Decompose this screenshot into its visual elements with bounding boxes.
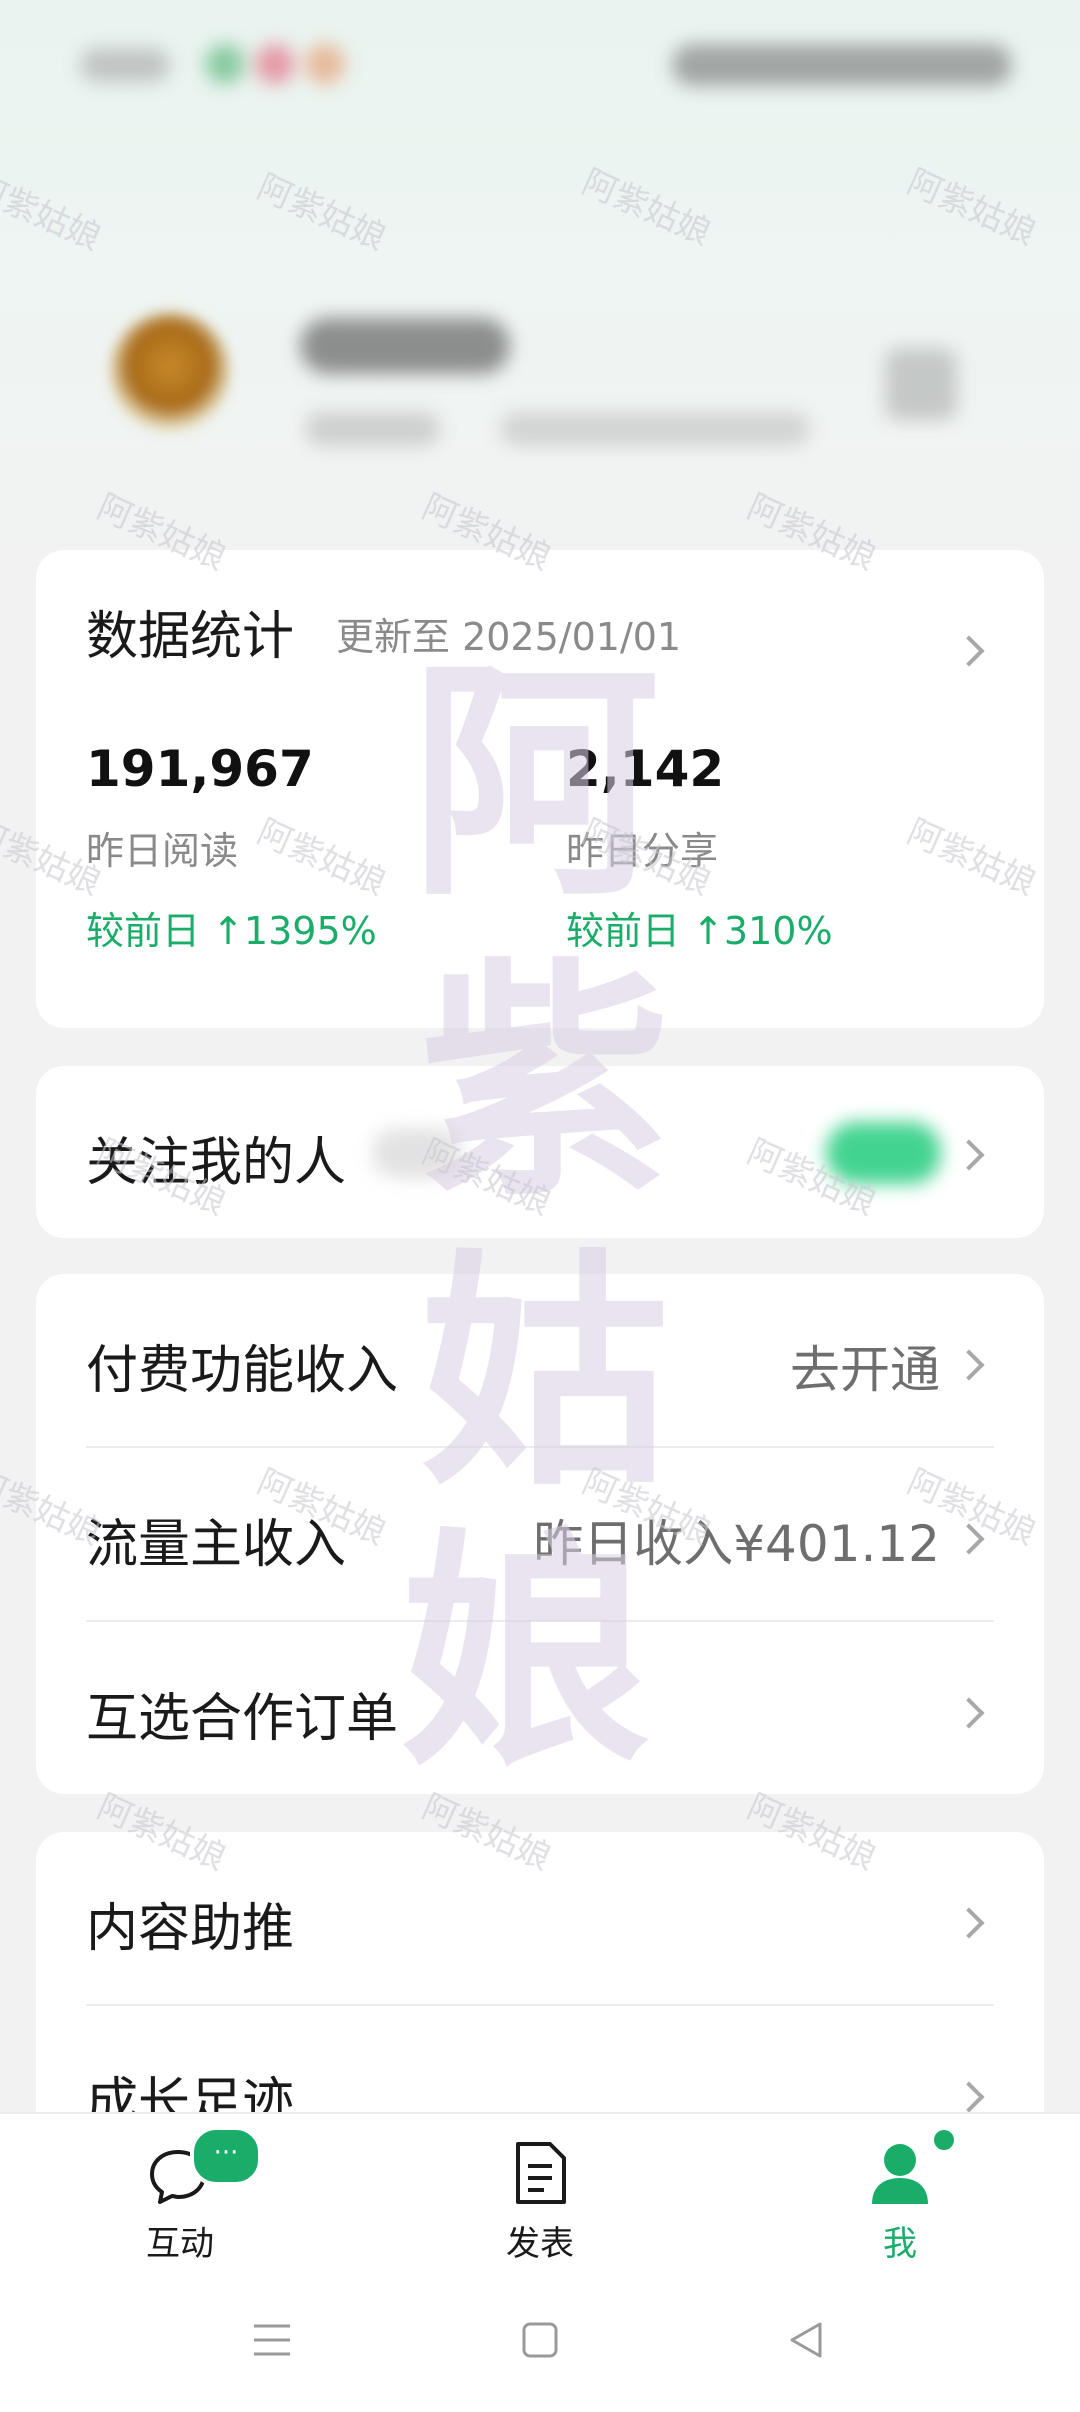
traffic-income-label: 流量主收入: [86, 1515, 347, 1575]
read-change: 较前日 ↑1395%: [86, 909, 377, 953]
home-square-icon[interactable]: [520, 2320, 560, 2360]
chevron-right-icon: [953, 1349, 985, 1381]
paid-feature-income-value: 去开通: [790, 1341, 940, 1399]
chevron-right-icon: [953, 1697, 985, 1729]
tab-interact[interactable]: ··· 互动: [80, 2112, 280, 2302]
person-icon: [872, 2144, 928, 2204]
status-bar: [0, 30, 1080, 100]
status-time: [80, 48, 170, 82]
read-label: 昨日阅读: [86, 829, 239, 873]
bottom-nav: ··· 互动 发表 我: [0, 2112, 1080, 2412]
traffic-income-row[interactable]: 流量主收入 昨日收入¥401.12: [36, 1448, 1044, 1620]
account-name: [300, 318, 510, 374]
followers-count: [372, 1128, 462, 1178]
document-icon: [516, 2142, 566, 2204]
tab-interact-label: 互动: [146, 2224, 214, 2264]
status-app-icon: [305, 44, 345, 84]
stats-updated-date: 更新至 2025/01/01: [336, 615, 682, 659]
back-triangle-icon[interactable]: [786, 2320, 826, 2360]
chevron-right-icon: [953, 1139, 985, 1171]
data-stats-card[interactable]: 数据统计 更新至 2025/01/01 191,967 昨日阅读 较前日 ↑13…: [36, 550, 1044, 1028]
interact-badge: ···: [190, 2126, 262, 2186]
account-id: [500, 412, 810, 446]
account-subtitle: [305, 412, 440, 446]
followers-badge: [826, 1122, 941, 1184]
paid-feature-income-row[interactable]: 付费功能收入 去开通: [36, 1274, 1044, 1446]
chevron-right-icon: [953, 635, 985, 667]
share-count: 2,142: [566, 740, 725, 798]
notification-dot: [934, 2130, 954, 2150]
avatar[interactable]: [110, 312, 230, 432]
read-count: 191,967: [86, 740, 314, 798]
traffic-income-value: 昨日收入¥401.12: [533, 1515, 940, 1573]
status-app-icon: [205, 44, 245, 84]
tab-publish[interactable]: 发表: [440, 2112, 640, 2302]
paid-feature-income-label: 付费功能收入: [86, 1341, 399, 1401]
content-boost-row[interactable]: 内容助推: [36, 1832, 1044, 2004]
status-indicators: [672, 44, 1012, 86]
tab-me-label: 我: [883, 2224, 917, 2264]
tab-publish-label: 发表: [506, 2224, 574, 2264]
cooperation-orders-row[interactable]: 互选合作订单: [36, 1622, 1044, 1794]
share-change: 较前日 ↑310%: [566, 909, 833, 953]
cooperation-orders-label: 互选合作订单: [86, 1689, 399, 1749]
share-label: 昨日分享: [566, 829, 719, 873]
tab-me[interactable]: 我: [800, 2112, 1000, 2302]
followers-label: 关注我的人: [86, 1133, 347, 1193]
content-boost-label: 内容助推: [86, 1899, 295, 1959]
chevron-right-icon: [953, 1907, 985, 1939]
followers-card[interactable]: 关注我的人: [36, 1066, 1044, 1238]
chevron-right-icon: [953, 2081, 985, 2113]
income-card: 付费功能收入 去开通 流量主收入 昨日收入¥401.12 互选合作订单: [36, 1274, 1044, 1794]
chevron-right-icon: [953, 1523, 985, 1555]
menu-icon[interactable]: [250, 2320, 294, 2360]
qr-code-icon[interactable]: [885, 348, 957, 420]
stats-title: 数据统计: [86, 607, 295, 667]
status-app-icon: [255, 44, 295, 84]
